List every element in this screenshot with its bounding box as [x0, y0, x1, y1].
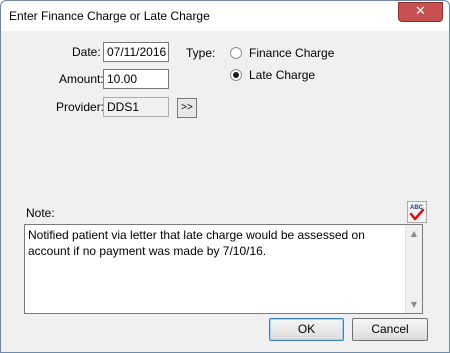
radio-finance-charge-label: Finance Charge	[249, 46, 335, 60]
radio-late-charge-indicator[interactable]	[230, 69, 242, 81]
cancel-button[interactable]: Cancel	[352, 318, 428, 341]
scroll-up-arrow-icon[interactable]: ▲	[406, 225, 422, 242]
radio-late-charge[interactable]: Late Charge	[230, 68, 315, 82]
radio-late-charge-label: Late Charge	[249, 68, 316, 82]
note-textarea[interactable]: Notified patient via letter that late ch…	[24, 224, 423, 314]
provider-field: DDS1	[103, 97, 169, 117]
window-title: Enter Finance Charge or Late Charge	[9, 9, 210, 23]
note-text: Notified patient via letter that late ch…	[28, 228, 369, 258]
amount-label: Amount:	[59, 72, 104, 86]
close-button[interactable]: ✕	[398, 2, 443, 22]
date-field[interactable]: 07/11/2016	[103, 42, 169, 62]
date-label: Date:	[72, 45, 101, 59]
spellcheck-icon: ABC	[409, 205, 425, 221]
dialog-window: Enter Finance Charge or Late Charge ✕ Da…	[0, 0, 450, 353]
note-scrollbar[interactable]: ▲ ▼	[405, 225, 422, 313]
amount-field[interactable]: 10.00	[103, 69, 169, 89]
spellcheck-button[interactable]: ABC	[407, 201, 427, 223]
title-bar[interactable]: Enter Finance Charge or Late Charge ✕	[1, 1, 449, 31]
provider-browse-button[interactable]: >>	[177, 98, 197, 118]
dialog-body: Date: 07/11/2016 Amount: 10.00 Provider:…	[8, 31, 442, 347]
type-label: Type:	[186, 46, 216, 60]
close-icon: ✕	[415, 4, 426, 19]
provider-label: Provider:	[56, 100, 105, 114]
radio-finance-charge[interactable]: Finance Charge	[230, 46, 334, 60]
scroll-down-arrow-icon[interactable]: ▼	[406, 296, 422, 313]
radio-finance-charge-indicator[interactable]	[230, 47, 242, 59]
ok-button[interactable]: OK	[269, 318, 344, 341]
note-label: Note:	[26, 206, 55, 220]
